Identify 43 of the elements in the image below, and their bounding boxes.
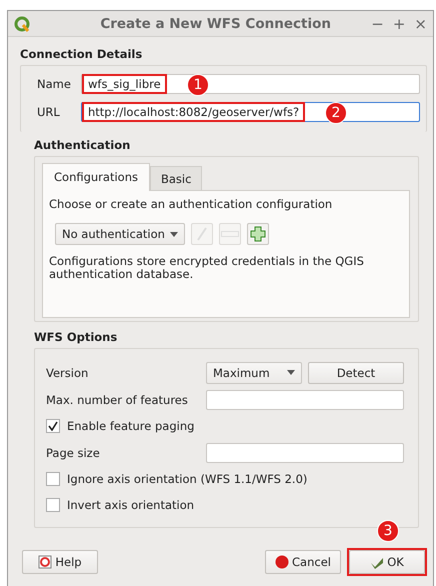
field-label: Page size [46,446,101,460]
window-control[interactable]: + [392,14,406,32]
window-control[interactable]: − [371,14,384,32]
section-heading: Authentication [34,138,132,152]
callout-badge: 2 [325,102,347,124]
dropdown[interactable]: No authentication [55,223,185,245]
tab[interactable]: Configurations [42,163,150,191]
text-field[interactable]: http://localhost:8082/geoserver/wfs? 2 [81,102,420,122]
callout-badge: 3 [377,520,399,542]
section-heading: Connection Details [20,47,144,61]
caret-icon [287,370,295,375]
text-field[interactable] [206,442,404,462]
help-button[interactable]: Help [22,550,98,574]
checkbox-label: Ignore axis orientation (WFS 1.1/WFS 2.0) [67,472,308,486]
field-label: URL [37,105,61,119]
prompt-text: Choose or create an authentication configuration [49,197,334,211]
checkbox-label: Enable feature paging [67,419,194,433]
field-label: Name [37,77,72,91]
field-label: Version [46,366,90,380]
callout-badge: 1 [187,74,209,96]
tool-button[interactable] [247,223,269,245]
ok-button[interactable]: OK [349,550,425,574]
window-title: Create a New WFS Connection [99,16,332,32]
lifebuoy-icon [38,555,52,569]
window-control[interactable]: × [414,14,427,32]
stop-sign-icon [275,555,290,569]
text-field[interactable]: wfs_sig_libre 1 [81,74,420,94]
app-logo-icon [14,16,30,32]
section-heading: WFS Options [34,330,118,344]
checkbox[interactable] [46,472,60,486]
caret-icon [170,232,178,236]
cancel-button[interactable]: Cancel [265,550,341,574]
tab[interactable]: Basic [150,166,202,190]
checkbox[interactable] [46,498,60,512]
field-label: Max. number of features [46,392,189,406]
info-text: Configurations store encrypted credentials in the QGIS authentication database. [49,255,365,281]
checkbox[interactable] [46,419,60,433]
detect-button[interactable]: Detect [308,362,404,384]
dropdown[interactable]: Maximum [206,362,302,384]
plus-icon [249,225,267,243]
text-field[interactable] [206,390,404,410]
checkbox-label: Invert axis orientation [67,498,194,512]
checkmark-icon [48,421,58,431]
